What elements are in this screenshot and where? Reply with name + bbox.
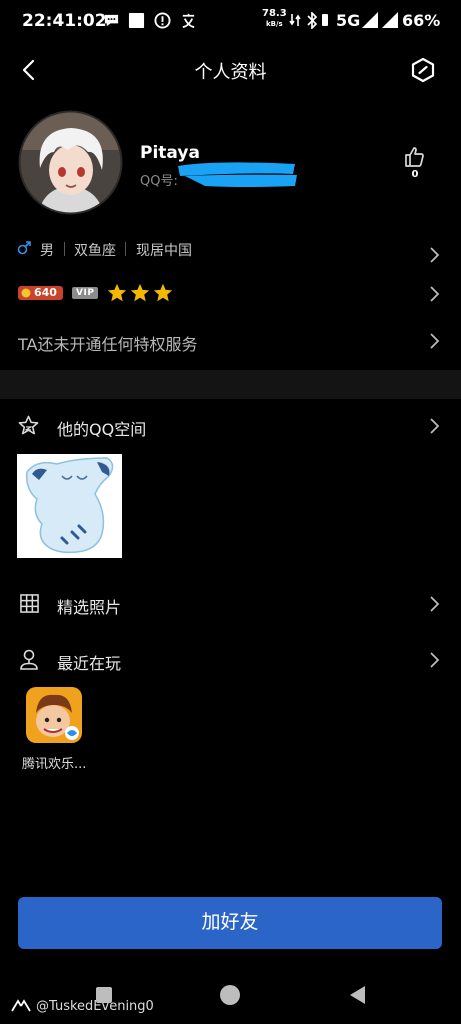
star-outline-icon (18, 415, 39, 435)
qzone-thumbnail[interactable] (17, 454, 122, 558)
chevron-right-icon (430, 333, 440, 349)
game-icon (26, 687, 82, 743)
privilege-text: TA还未开通任何特权服务 (18, 335, 198, 354)
qzone-label: 他的QQ空间 (57, 420, 147, 439)
qq-number-label: QQ号: (140, 174, 178, 189)
recent-apps-icon[interactable] (94, 985, 114, 1005)
status-bar: 22:41:02 78.3 kB/s 5G 66% (0, 0, 461, 42)
location-label: 现居中国 (136, 243, 192, 259)
redaction-scribble (178, 162, 297, 187)
level-badge: 640 (18, 286, 63, 300)
gamepad-pin-icon (20, 649, 38, 670)
avatar-image (18, 110, 123, 215)
qzone-row[interactable]: 他的QQ空间 (0, 411, 461, 441)
like-count: 0 (411, 169, 419, 180)
info-separator (64, 242, 65, 256)
status-time: 22:41:02 (22, 11, 107, 31)
chevron-right-icon (430, 286, 440, 302)
recently-playing-row[interactable]: 最近在玩 (0, 645, 461, 675)
grid-icon (20, 594, 39, 613)
qzone-thumbnail-image (25, 457, 114, 554)
zodiac-label: 双鱼座 (74, 243, 116, 259)
star-icon (130, 283, 150, 302)
section-divider (0, 370, 461, 399)
home-icon[interactable] (219, 984, 241, 1006)
info-separator (125, 242, 126, 256)
recently-playing-label: 最近在玩 (57, 654, 122, 673)
vibrate-icon (322, 14, 328, 26)
gender-label: 男 (40, 243, 54, 259)
chevron-right-icon (430, 652, 440, 668)
game-name: 腾讯欢乐... (22, 757, 87, 772)
chevron-right-icon (430, 596, 440, 612)
featured-photos-row[interactable]: 精选照片 (0, 589, 461, 619)
avatar[interactable] (18, 110, 123, 215)
thumbs-up-icon[interactable] (403, 145, 427, 169)
privilege-row[interactable]: TA还未开通任何特权服务 (0, 326, 461, 356)
translate-icon (182, 13, 195, 28)
sun-icon (21, 288, 31, 298)
star-icon (153, 283, 173, 302)
star-icon (107, 283, 127, 302)
page-title: 个人资料 (194, 62, 267, 83)
chevron-right-icon (430, 418, 440, 434)
level-value: 640 (34, 286, 57, 299)
level-row[interactable]: 640 VIP (0, 280, 461, 308)
data-transfer-icon (289, 14, 301, 26)
vip-badge: VIP (72, 287, 99, 299)
network-type: 5G (336, 11, 361, 30)
bluetooth-icon (307, 12, 318, 29)
alert-circle-icon (154, 12, 171, 29)
recent-game-item[interactable]: 腾讯欢乐... (18, 687, 90, 772)
square-notification-icon (128, 12, 145, 29)
hexagon-settings-icon[interactable] (410, 57, 436, 83)
back-nav-icon[interactable] (347, 984, 367, 1006)
signal-strength-2-icon (382, 12, 398, 28)
chat-bubble-icon (104, 14, 119, 27)
featured-photos-label: 精选照片 (57, 598, 122, 617)
chevron-right-icon (430, 247, 440, 263)
male-gender-icon (17, 241, 31, 255)
signal-strength-icon (362, 12, 378, 28)
basic-info-row[interactable]: 男 双鱼座 现居中国 (0, 236, 461, 268)
add-friend-button[interactable]: 加好友 (18, 897, 442, 949)
network-speed: 78.3 kB/s (262, 8, 287, 29)
battery-level: 66% (402, 11, 441, 30)
watermark-logo-icon (11, 999, 31, 1012)
level-stars (106, 282, 174, 304)
